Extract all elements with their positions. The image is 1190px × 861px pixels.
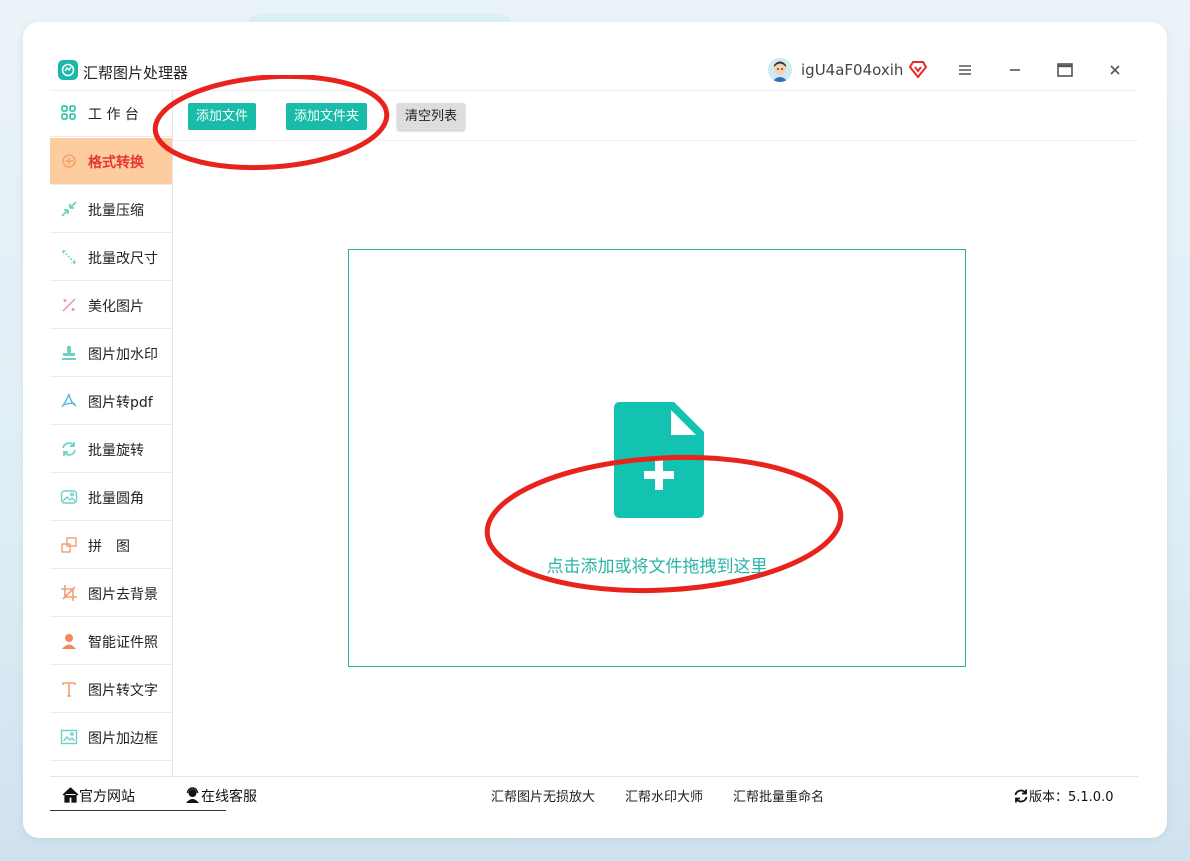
version-label: 版本：5.1.0.0	[1029, 790, 1114, 805]
sidebar-item-label: 格式转换	[88, 155, 144, 171]
frame-icon	[60, 728, 78, 746]
support-icon	[186, 787, 199, 803]
website-label: 官方网站	[79, 789, 135, 805]
background-shape	[50, 840, 510, 846]
sidebar-item-add-frame[interactable]: 图片加边框	[50, 714, 172, 761]
text-icon	[60, 680, 78, 698]
vip-badge-icon[interactable]	[908, 59, 928, 83]
sidebar-item-round-corner[interactable]: 批量圆角	[50, 474, 172, 521]
puzzle-icon	[60, 536, 78, 554]
sidebar-item-label: 批量旋转	[88, 443, 144, 459]
sidebar-item-to-pdf[interactable]: 图片转pdf	[50, 378, 172, 425]
sidebar-item-label: 图片加边框	[88, 731, 158, 747]
sidebar-divider	[172, 90, 173, 776]
person-icon	[60, 632, 78, 650]
pdf-icon	[60, 392, 78, 410]
sidebar-item-batch-resize[interactable]: 批量改尺寸	[50, 234, 172, 281]
online-support-link[interactable]: 在线客服	[184, 786, 257, 806]
resize-icon	[60, 248, 78, 266]
beautify-icon	[60, 296, 78, 314]
stamp-icon	[60, 344, 78, 362]
sidebar-item-batch-rotate[interactable]: 批量旋转	[50, 426, 172, 473]
annotation-ellipse-dropzone	[484, 454, 844, 594]
round-corner-icon	[60, 488, 78, 506]
rotate-icon	[60, 440, 78, 458]
sidebar-item-to-text[interactable]: 图片转文字	[50, 666, 172, 713]
maximize-icon[interactable]	[1053, 58, 1077, 82]
sidebar-item-label: 图片转文字	[88, 683, 158, 699]
sidebar-item-label: 图片去背景	[88, 587, 158, 603]
sidebar-item-label: 批量圆角	[88, 491, 144, 507]
username[interactable]: igU4aF04oxih	[801, 61, 903, 79]
sidebar-item-label: 工 作 台	[88, 107, 139, 123]
grid-icon	[60, 104, 78, 122]
annotation-ellipse-toolbar	[152, 75, 390, 171]
crop-icon	[60, 584, 78, 602]
clear-list-button[interactable]: 清空列表	[397, 103, 466, 130]
footer: 官方网站 在线客服 汇帮图片无损放大 汇帮水印大师 汇帮批量重命名 版本：5.1…	[50, 776, 1138, 811]
support-label: 在线客服	[201, 789, 257, 805]
sidebar-item-batch-compress[interactable]: 批量压缩	[50, 186, 172, 233]
home-icon	[62, 787, 79, 803]
sidebar-item-label: 批量改尺寸	[88, 251, 158, 267]
convert-icon	[60, 152, 78, 170]
footer-underline	[50, 810, 226, 811]
sidebar-item-label: 图片加水印	[88, 347, 158, 363]
official-website-link[interactable]: 官方网站	[62, 786, 135, 806]
refresh-icon	[1014, 789, 1028, 803]
sidebar-item-watermark[interactable]: 图片加水印	[50, 330, 172, 377]
sidebar-item-label: 美化图片	[88, 299, 144, 315]
sidebar-item-label: 图片转pdf	[88, 395, 153, 411]
minimize-icon[interactable]	[1003, 58, 1027, 82]
menu-icon[interactable]	[953, 58, 977, 82]
footer-link-rename[interactable]: 汇帮批量重命名	[733, 786, 824, 805]
sidebar-item-label: 拼 图	[88, 539, 130, 555]
sidebar-item-beautify[interactable]: 美化图片	[50, 282, 172, 329]
avatar[interactable]	[768, 58, 792, 82]
sidebar: 工 作 台 格式转换 批量压缩 批量改尺寸 美化图片 图片加水印 图片转pdf	[50, 90, 172, 776]
compress-icon	[60, 200, 78, 218]
footer-link-watermark[interactable]: 汇帮水印大师	[625, 786, 703, 805]
version-info[interactable]: 版本：5.1.0.0	[1013, 786, 1113, 805]
sidebar-item-label: 智能证件照	[88, 635, 158, 651]
sidebar-item-id-photo[interactable]: 智能证件照	[50, 618, 172, 665]
close-icon[interactable]	[1103, 58, 1127, 82]
sidebar-item-puzzle[interactable]: 拼 图	[50, 522, 172, 569]
app-logo-icon	[58, 60, 78, 80]
footer-link-upscale[interactable]: 汇帮图片无损放大	[491, 786, 595, 805]
sidebar-item-remove-bg[interactable]: 图片去背景	[50, 570, 172, 617]
sidebar-item-label: 批量压缩	[88, 203, 144, 219]
